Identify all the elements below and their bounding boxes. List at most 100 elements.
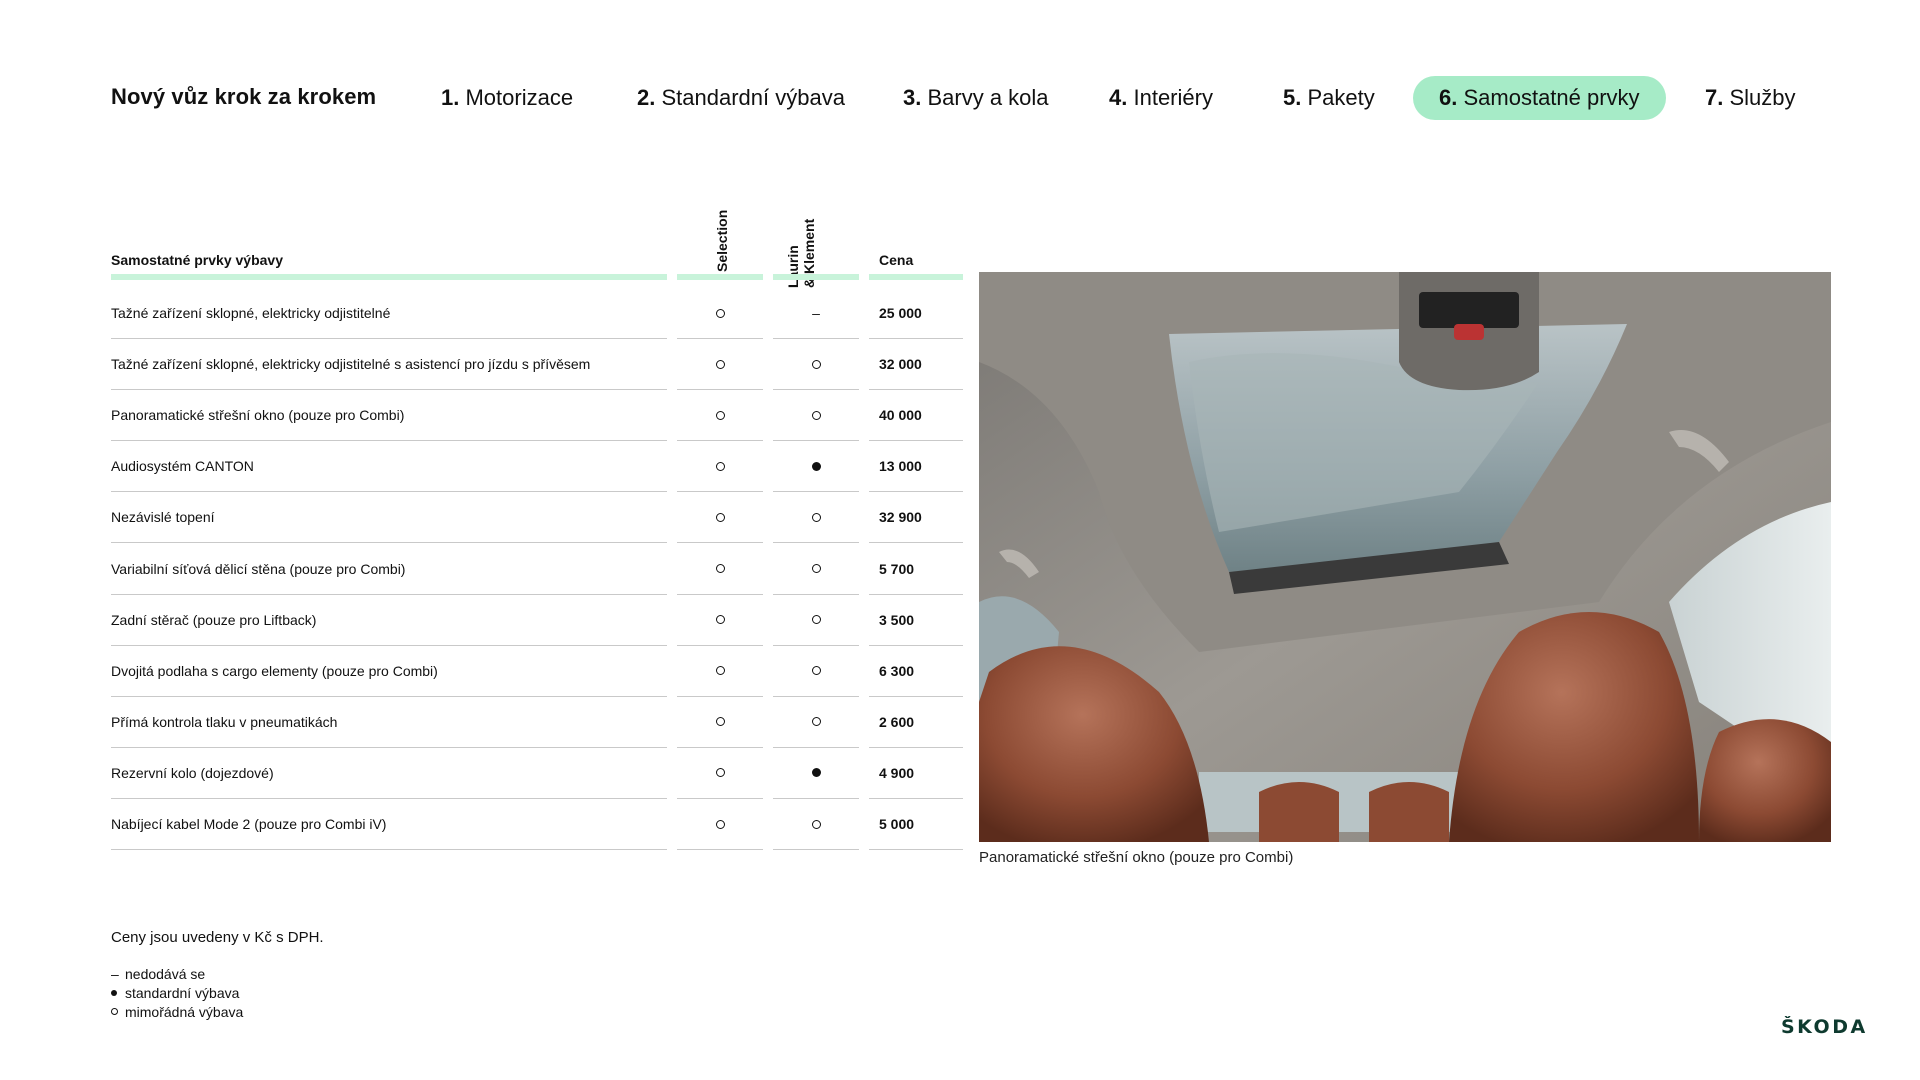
laurin-klement-availability	[773, 697, 859, 748]
ring-icon	[811, 819, 821, 829]
page-title: Nový vůz krok za krokem	[111, 84, 377, 109]
ring-icon	[715, 768, 725, 778]
table-row: Nabíjecí kabel Mode 2 (pouze pro Combi i…	[111, 799, 963, 850]
ring-icon	[715, 308, 725, 318]
filled-dot-icon	[111, 989, 117, 996]
ring-icon	[715, 410, 725, 420]
ring-icon	[715, 564, 725, 573]
selection-availability	[677, 697, 763, 748]
legend-item-optional: mimořádná výbava	[111, 1002, 243, 1021]
laurin-klement-availability	[773, 339, 859, 391]
equipment-price: 40 000	[869, 390, 963, 442]
selection-availability	[677, 390, 763, 442]
ring-icon	[715, 461, 725, 471]
dash-symbol: –	[812, 305, 820, 321]
equipment-name: Panoramatické střešní okno (pouze pro Co…	[111, 390, 667, 442]
selection-availability	[677, 799, 763, 850]
equipment-price: 13 000	[869, 441, 963, 493]
table-row: Nezávislé topení 32 900	[111, 492, 963, 544]
dash-symbol: –	[111, 965, 119, 982]
nav-step-standardni-vybava[interactable]: 2. Standardní výbava	[637, 76, 845, 120]
ring-icon	[715, 615, 725, 625]
ring-icon	[111, 1008, 118, 1015]
header-underline	[773, 274, 859, 280]
equipment-price: 25 000	[869, 288, 963, 339]
equipment-price: 4 900	[869, 748, 963, 799]
panoramic-roof-photo	[979, 272, 1831, 842]
ring-icon	[811, 512, 821, 522]
filled-dot-icon	[811, 461, 821, 471]
equipment-price: 5 000	[869, 799, 963, 850]
ring-icon	[715, 717, 725, 727]
selection-availability	[677, 646, 763, 697]
equipment-name: Variabilní síťová dělicí stěna (pouze pr…	[111, 544, 667, 595]
header-underline	[869, 274, 963, 280]
equipment-name: Tažné zařízení sklopné, elektricky odjis…	[111, 339, 667, 391]
column-header-selection: Selection	[714, 209, 730, 272]
filled-dot-icon	[811, 768, 821, 778]
equipment-price: 32 000	[869, 339, 963, 391]
ring-icon	[811, 564, 821, 573]
ring-icon	[811, 359, 821, 369]
nav-step-sluzby[interactable]: 7. Služby	[1705, 76, 1796, 120]
header-underline	[677, 274, 763, 280]
equipment-price: 2 600	[869, 697, 963, 748]
table-row: Audiosystém CANTON 13 000	[111, 441, 963, 493]
equipment-price: 32 900	[869, 492, 963, 544]
ring-icon	[715, 819, 725, 829]
equipment-name: Nezávislé topení	[111, 492, 667, 544]
selection-availability	[677, 748, 763, 799]
equipment-price: 6 300	[869, 646, 963, 697]
ring-icon	[811, 410, 821, 420]
selection-availability	[677, 288, 763, 339]
ring-icon	[811, 615, 821, 625]
legend-item-not-available: – nedodává se	[111, 965, 206, 982]
selection-availability	[677, 441, 763, 493]
laurin-klement-availability	[773, 748, 859, 799]
photo-caption: Panoramatické střešní okno (pouze pro Co…	[979, 849, 1294, 866]
equipment-name: Audiosystém CANTON	[111, 441, 667, 493]
svg-text:ŠKODA: ŠKODA	[1781, 1016, 1868, 1036]
laurin-klement-availability	[773, 390, 859, 442]
selection-availability	[677, 544, 763, 595]
table-row: Rezervní kolo (dojezdové) 4 900	[111, 748, 963, 799]
legend: – nedodává se standardní výbava mimořádn…	[111, 964, 243, 1021]
table-row: Variabilní síťová dělicí stěna (pouze pr…	[111, 544, 963, 595]
selection-availability	[677, 595, 763, 646]
laurin-klement-availability	[773, 799, 859, 850]
table-row: Tažné zařízení sklopné, elektricky odjis…	[111, 288, 963, 339]
table-row: Dvojitá podlaha s cargo elementy (pouze …	[111, 646, 963, 697]
step-navigation: Nový vůz krok za krokem 1. Motorizace 2.…	[111, 76, 1811, 120]
table-row: Panoramatické střešní okno (pouze pro Co…	[111, 390, 963, 442]
nav-step-motorizace[interactable]: 1. Motorizace	[441, 76, 573, 120]
table-row: Přímá kontrola tlaku v pneumatikách 2 600	[111, 697, 963, 748]
nav-step-interiery[interactable]: 4. Interiéry	[1109, 76, 1213, 120]
skoda-logo: ŠKODA	[1781, 1016, 1868, 1036]
laurin-klement-availability: –	[773, 288, 859, 339]
nav-step-pakety[interactable]: 5. Pakety	[1283, 76, 1375, 120]
ring-icon	[715, 359, 725, 369]
header-underline	[111, 274, 667, 280]
laurin-klement-availability	[773, 441, 859, 493]
ring-icon	[811, 666, 821, 676]
column-header-name: Samostatné prvky výbavy	[111, 252, 283, 268]
nav-step-barvy-a-kola[interactable]: 3. Barvy a kola	[903, 76, 1049, 120]
equipment-price: 3 500	[869, 595, 963, 646]
laurin-klement-availability	[773, 544, 859, 595]
laurin-klement-availability	[773, 646, 859, 697]
laurin-klement-availability	[773, 595, 859, 646]
equipment-name: Dvojitá podlaha s cargo elementy (pouze …	[111, 646, 667, 697]
nav-step-samostatne-prvky[interactable]: 6. Samostatné prvky	[1413, 76, 1666, 120]
equipment-name: Nabíjecí kabel Mode 2 (pouze pro Combi i…	[111, 799, 667, 850]
equipment-name: Přímá kontrola tlaku v pneumatikách	[111, 697, 667, 748]
equipment-name: Rezervní kolo (dojezdové)	[111, 748, 667, 799]
selection-availability	[677, 492, 763, 544]
price-note: Ceny jsou uvedeny v Kč s DPH.	[111, 929, 324, 946]
equipment-name: Tažné zařízení sklopné, elektricky odjis…	[111, 288, 667, 339]
ring-icon	[811, 717, 821, 727]
ring-icon	[715, 666, 725, 676]
equipment-name: Zadní stěrač (pouze pro Liftback)	[111, 595, 667, 646]
column-header-price: Cena	[879, 252, 914, 268]
legend-item-standard: standardní výbava	[111, 983, 243, 1002]
ring-icon	[715, 512, 725, 522]
